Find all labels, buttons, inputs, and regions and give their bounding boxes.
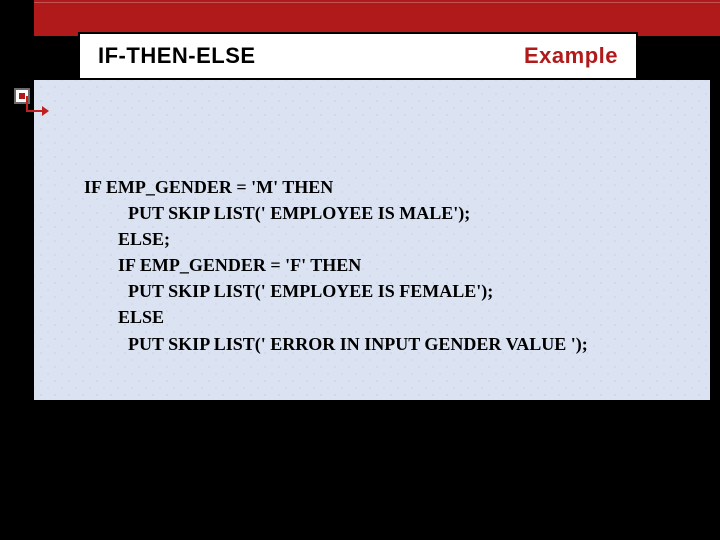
top-accent-bar [34,0,720,36]
code-line: IF EMP_GENDER = 'F' THEN [84,252,664,278]
code-line: ELSE; [84,226,664,252]
title-left: IF-THEN-ELSE [98,43,256,69]
top-accent-line [34,2,720,3]
title-right: Example [524,43,618,69]
code-line: PUT SKIP LIST(' EMPLOYEE IS MALE'); [84,200,664,226]
code-line: ELSE [84,304,664,330]
arrow-icon [26,104,50,118]
code-line: IF EMP_GENDER = 'M' THEN [84,174,664,200]
code-line: PUT SKIP LIST(' EMPLOYEE IS FEMALE'); [84,278,664,304]
code-line: PUT SKIP LIST(' ERROR IN INPUT GENDER VA… [84,331,664,357]
slide: IF-THEN-ELSE Example IF EMP_GENDER = 'M'… [0,0,720,540]
title-box: IF-THEN-ELSE Example [78,32,638,80]
code-block: IF EMP_GENDER = 'M' THEN PUT SKIP LIST('… [84,174,664,357]
